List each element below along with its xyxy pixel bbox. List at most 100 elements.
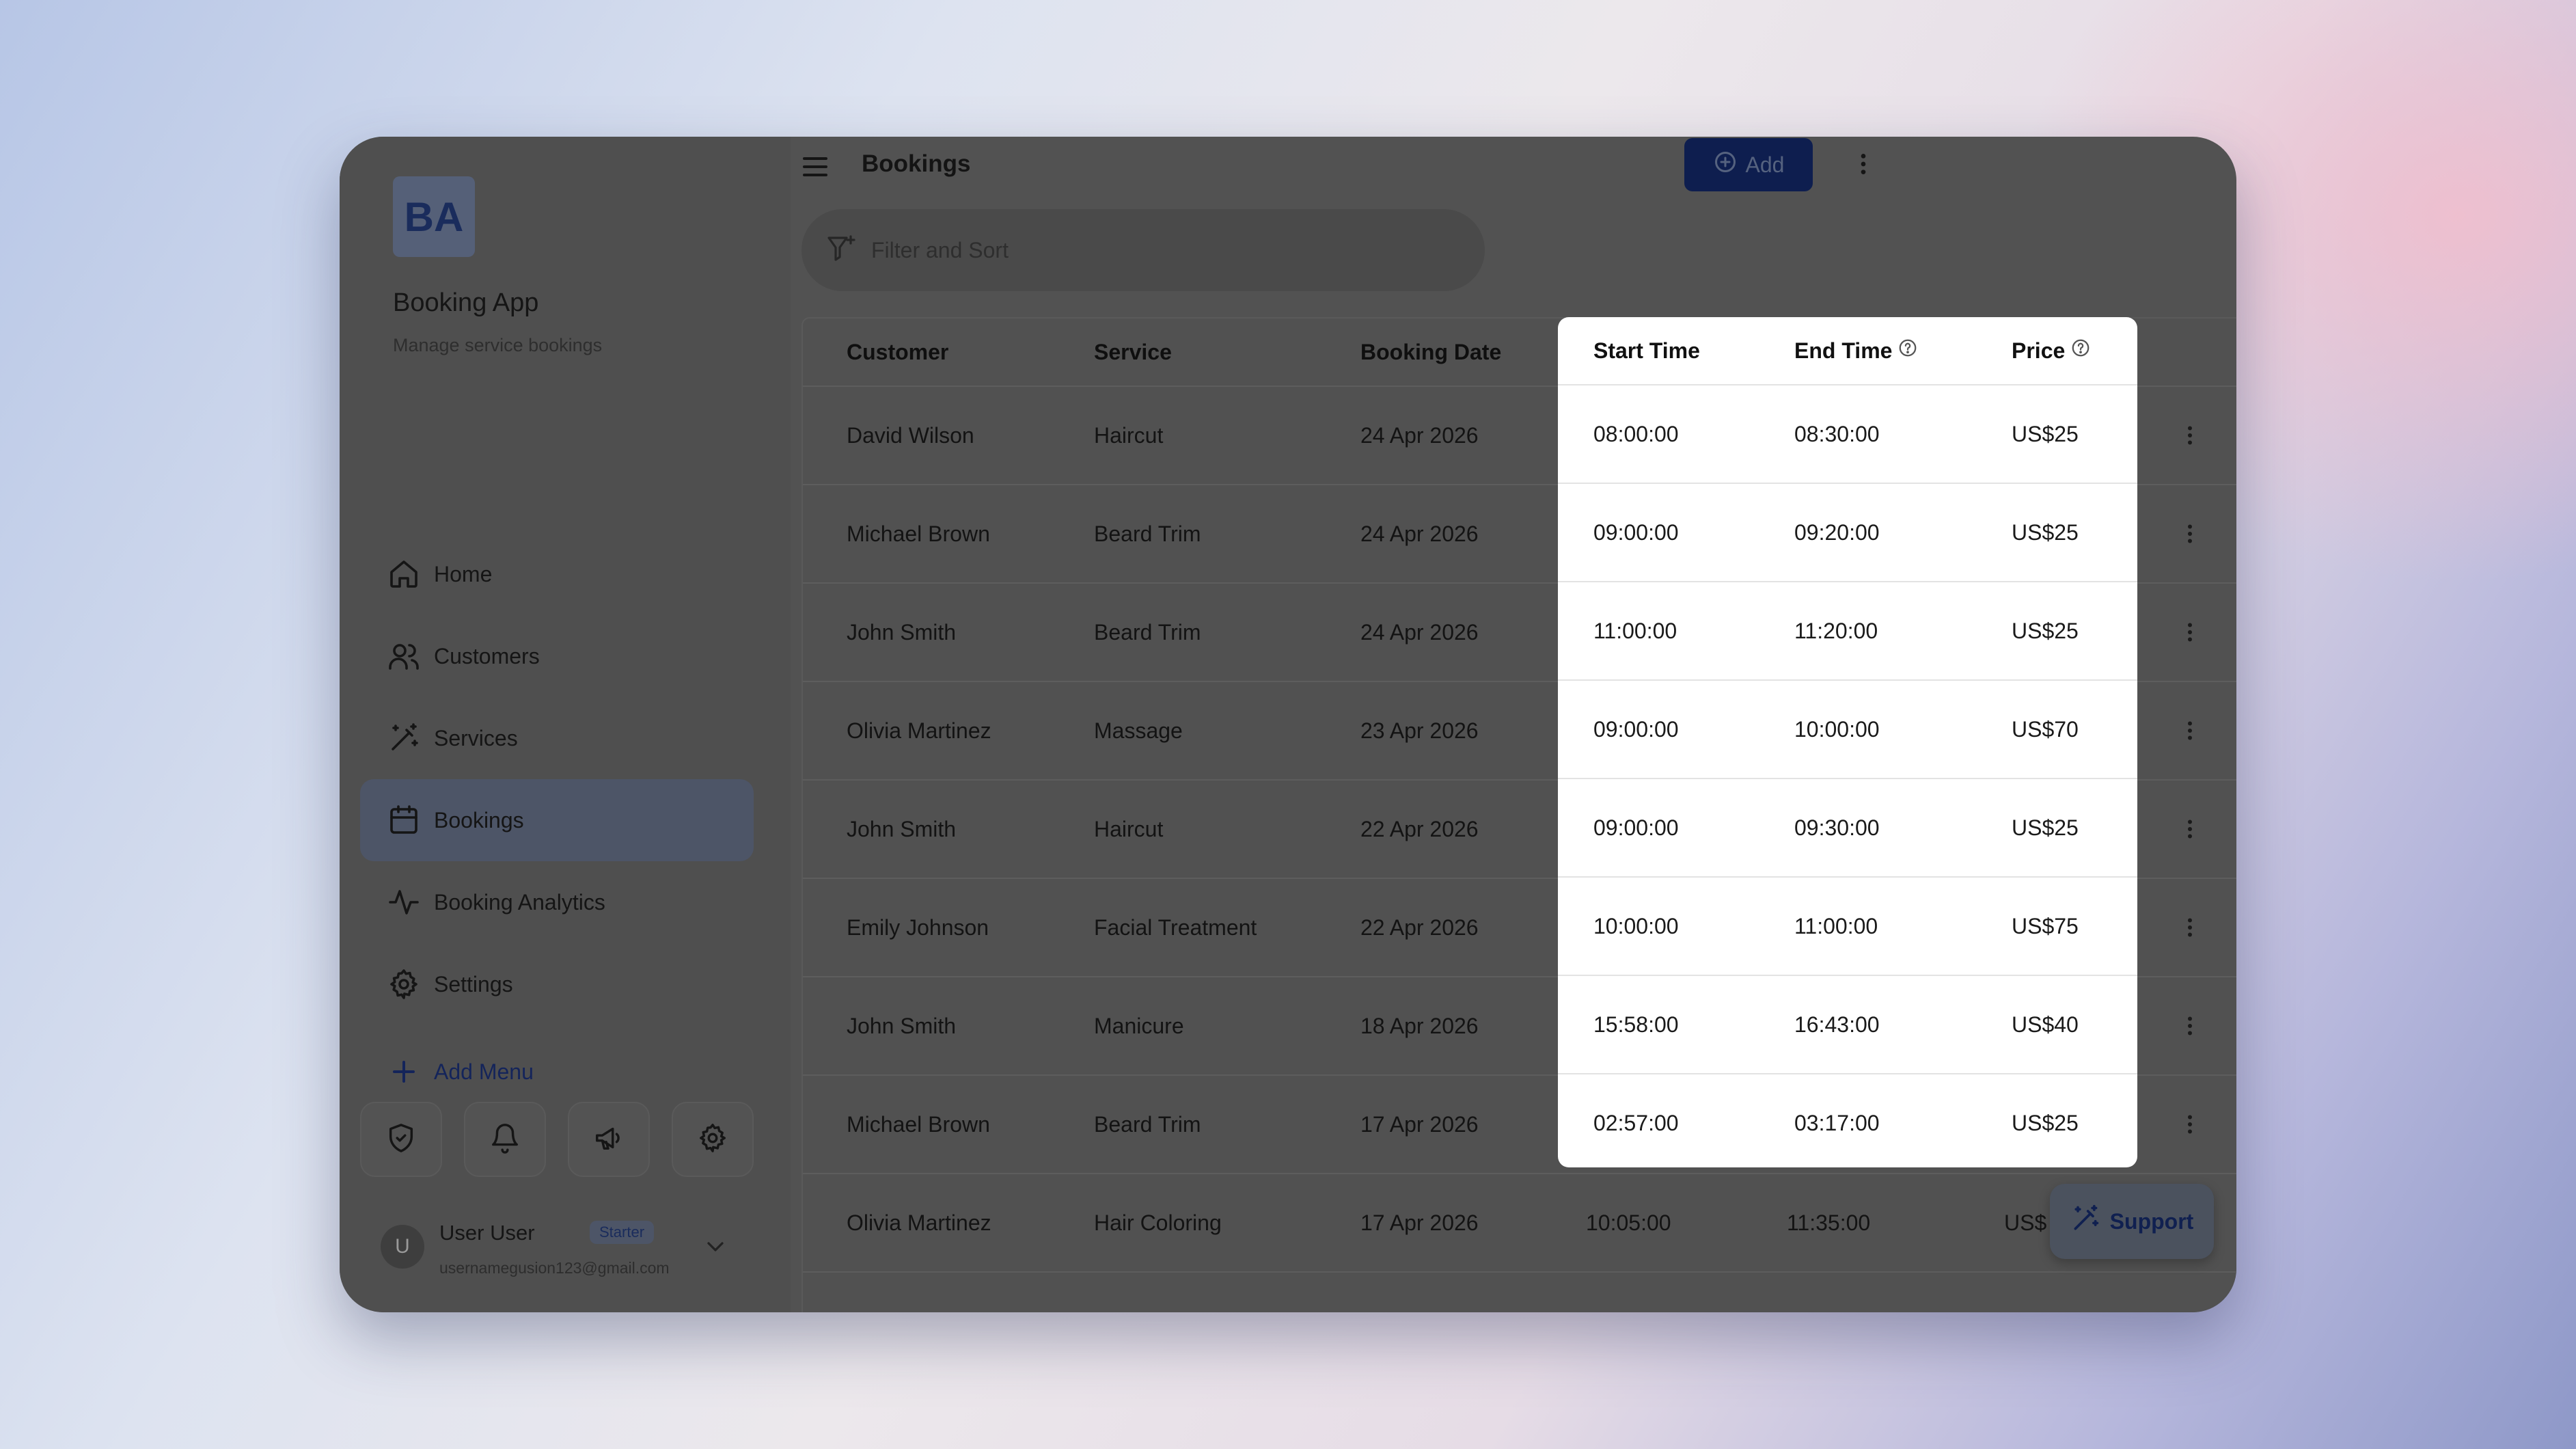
row-actions-icon[interactable]: [2178, 387, 2202, 484]
table-row[interactable]: 11:00:00 11:20:00 US$25: [1558, 582, 2137, 681]
user-email: usernamegusion123@gmail.com: [439, 1259, 670, 1277]
sidebar-item-label: Booking Analytics: [434, 889, 605, 915]
column-header-price[interactable]: Price: [2012, 317, 2091, 384]
cell-start-time: 15:58:00: [1593, 1012, 1679, 1037]
cell-service: Beard Trim: [1094, 1111, 1201, 1137]
table-row[interactable]: 08:00:00 08:30:00 US$25: [1558, 385, 2137, 484]
cell-end-time: 16:43:00: [1794, 1012, 1880, 1037]
cell-start-time: 10:00:00: [1593, 913, 1679, 938]
cell-start-time: 11:00:00: [1593, 618, 1677, 643]
page-title: Bookings: [862, 150, 971, 177]
table-row[interactable]: 10:00:00 11:00:00 US$75: [1558, 878, 2137, 976]
sidebar-item-customers[interactable]: Customers: [360, 615, 754, 697]
cell-booking-date: 24 Apr 2026: [1360, 422, 1479, 448]
cell-booking-date: 18 Apr 2026: [1360, 1013, 1479, 1038]
column-header-service[interactable]: Service: [1094, 319, 1172, 385]
table-row[interactable]: 15:58:00 16:43:00 US$40: [1558, 976, 2137, 1074]
sidebar-item-settings[interactable]: Settings: [360, 943, 754, 1025]
cell-end-time: 09:30:00: [1794, 815, 1880, 840]
cell-end-time: 10:00:00: [1794, 716, 1880, 742]
cell-end-time: 11:00:00: [1794, 913, 1878, 938]
cell-price: US$70: [2012, 716, 2079, 742]
cell-service: Beard Trim: [1094, 619, 1201, 645]
cell-booking-date: 22 Apr 2026: [1360, 915, 1479, 940]
cell-customer: Emily Johnson: [847, 915, 989, 940]
cell-service: Facial Treatment: [1094, 915, 1257, 940]
hamburger-menu-icon[interactable]: [799, 150, 832, 187]
preferences-button[interactable]: [672, 1102, 754, 1177]
add-booking-button[interactable]: Add: [1684, 138, 1813, 191]
filter-icon: [825, 232, 858, 269]
add-button-label: Add: [1745, 152, 1785, 177]
plus-circle-icon: [1713, 150, 1738, 180]
table-row[interactable]: 09:00:00 09:30:00 US$25: [1558, 779, 2137, 878]
help-circle-icon[interactable]: [1897, 338, 1918, 364]
help-circle-icon[interactable]: [2070, 338, 2091, 364]
megaphone-icon: [593, 1122, 625, 1157]
cell-start-time: 09:00:00: [1593, 519, 1679, 545]
cell-booking-date: 23 Apr 2026: [1360, 718, 1479, 743]
sidebar-item-bookings[interactable]: Bookings: [360, 779, 754, 861]
announcements-button[interactable]: [568, 1102, 650, 1177]
sidebar-item-label: Home: [434, 561, 493, 586]
row-actions-icon[interactable]: [2178, 977, 2202, 1074]
gear-icon: [387, 968, 420, 1001]
row-actions-icon[interactable]: [2178, 781, 2202, 878]
shield-check-icon: [385, 1122, 417, 1157]
cell-price: US$25: [2012, 618, 2079, 643]
cell-price: US$25: [2012, 519, 2079, 545]
support-button[interactable]: Support: [2050, 1184, 2214, 1259]
table-row[interactable]: 09:00:00 09:20:00 US$25: [1558, 484, 2137, 582]
table-row[interactable]: Olivia Martinez Hair Coloring 17 Apr 2026 1…: [803, 1174, 2236, 1273]
cell-booking-date: 24 Apr 2026: [1360, 619, 1479, 645]
cell-booking-date: 17 Apr 2026: [1360, 1111, 1479, 1137]
cell-service: Hair Coloring: [1094, 1210, 1222, 1235]
cell-price: US$75: [2012, 913, 2079, 938]
chevron-down-icon[interactable]: [702, 1233, 729, 1264]
add-menu-button[interactable]: Add Menu: [360, 1031, 754, 1113]
user-name: User User: [439, 1221, 535, 1245]
cell-end-time: 03:17:00: [1794, 1110, 1880, 1135]
cell-customer: Michael Brown: [847, 1111, 990, 1137]
security-button[interactable]: [360, 1102, 442, 1177]
sidebar-item-home[interactable]: Home: [360, 533, 754, 615]
cell-start-time: 08:00:00: [1593, 421, 1679, 446]
column-header-start-time[interactable]: Start Time: [1593, 317, 1700, 384]
row-actions-icon[interactable]: [2178, 682, 2202, 779]
column-header-booking-date[interactable]: Booking Date: [1360, 319, 1501, 385]
sidebar-item-label: Customers: [434, 643, 540, 668]
more-options-icon[interactable]: [1850, 150, 1877, 181]
calendar-icon: [387, 804, 420, 837]
app-name: Booking App: [393, 288, 539, 317]
wand-icon: [387, 722, 420, 755]
app-description: Manage service bookings: [393, 335, 603, 355]
table-row[interactable]: 02:57:00 03:17:00 US$25: [1558, 1074, 2137, 1167]
cell-booking-date: 17 Apr 2026: [1360, 1210, 1479, 1235]
row-actions-icon[interactable]: [2178, 1076, 2202, 1173]
notifications-button[interactable]: [464, 1102, 546, 1177]
sidebar-item-booking-analytics[interactable]: Booking Analytics: [360, 861, 754, 943]
app-logo: BA: [393, 176, 475, 257]
plus-icon: [387, 1055, 420, 1088]
cell-customer: Michael Brown: [847, 521, 990, 546]
cell-customer: John Smith: [847, 1013, 957, 1038]
column-header-end-time[interactable]: End Time: [1794, 317, 1918, 384]
cell-customer: John Smith: [847, 816, 957, 841]
column-header-label: Price: [2012, 338, 2066, 363]
filter-sort-input[interactable]: Filter and Sort: [801, 209, 1485, 291]
row-actions-icon[interactable]: [2178, 879, 2202, 976]
cell-start-time: 09:00:00: [1593, 815, 1679, 840]
column-header-customer[interactable]: Customer: [847, 319, 948, 385]
user-account[interactable]: U User User Starter usernamegusion123@gm…: [381, 1215, 750, 1290]
sidebar-item-services[interactable]: Services: [360, 697, 754, 779]
cell-price: US$40: [2012, 1012, 2079, 1037]
home-icon: [387, 558, 420, 591]
cell-customer: David Wilson: [847, 422, 974, 448]
cell-start-time: 09:00:00: [1593, 716, 1679, 742]
table-row[interactable]: 09:00:00 10:00:00 US$70: [1558, 681, 2137, 779]
cell-end-time: 11:20:00: [1794, 618, 1878, 643]
cell-customer: Olivia Martinez: [847, 1210, 991, 1235]
row-actions-icon[interactable]: [2178, 485, 2202, 582]
row-actions-icon[interactable]: [2178, 584, 2202, 681]
filter-placeholder: Filter and Sort: [871, 237, 1009, 262]
